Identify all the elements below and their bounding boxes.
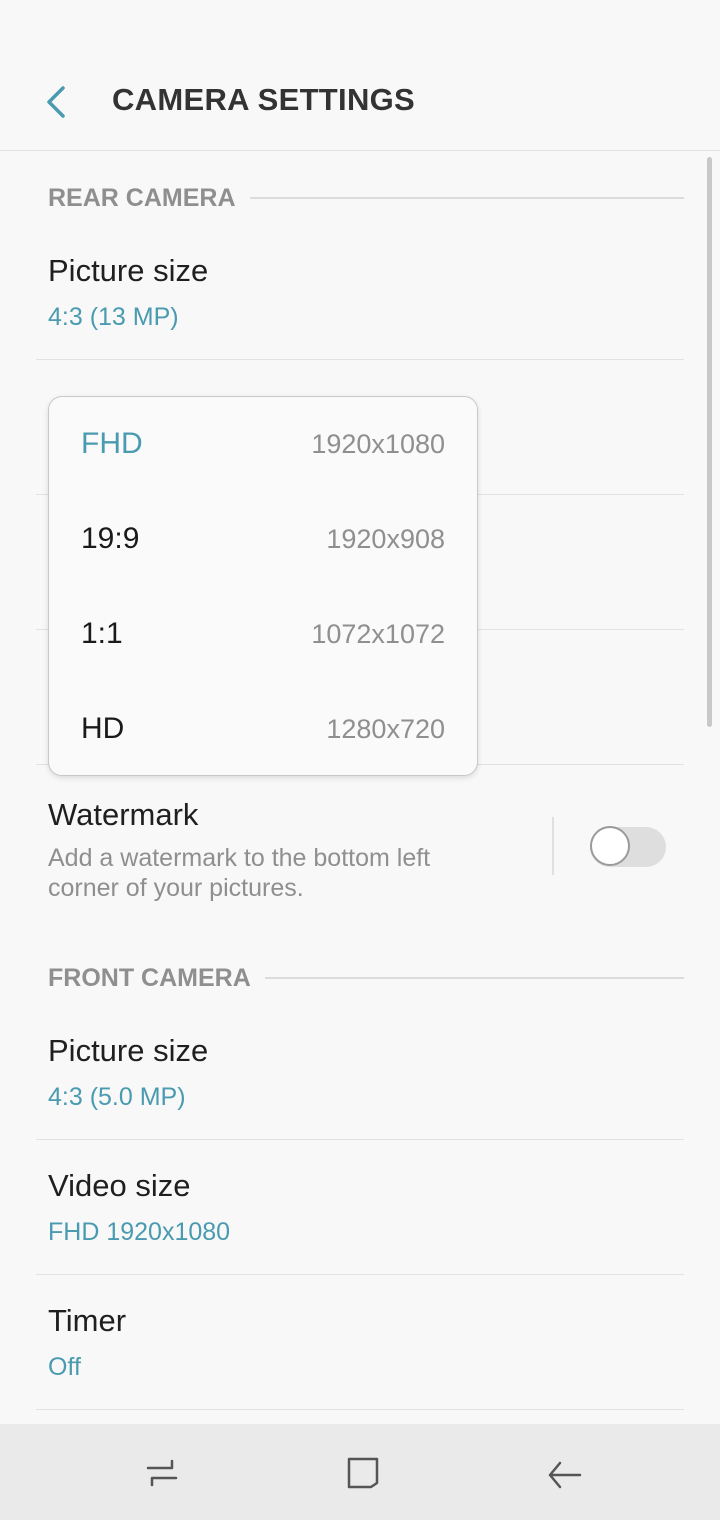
toggle-knob [590,826,630,866]
option-resolution: 1920x908 [326,524,445,554]
row-value: 4:3 (5.0 MP) [48,1083,186,1111]
option-resolution: 1072x1072 [311,619,445,649]
section-divider [264,977,684,979]
back-arrow-icon [548,1461,582,1489]
rear-camera-section-header: REAR CAMERA [48,178,684,218]
section-label: FRONT CAMERA [48,963,251,992]
watermark-row[interactable]: Watermark Add a watermark to the bottom … [36,765,684,940]
row-title: Timer [48,1303,127,1338]
app-header: CAMERA SETTINGS [0,0,720,151]
video-size-dropdown: FHD 1920x1080 19:9 1920x908 1:1 1072x107… [48,396,478,776]
option-label: HD [81,712,125,745]
recents-button[interactable] [127,1438,197,1508]
front-picture-size-row[interactable]: Picture size 4:3 (5.0 MP) [36,1005,684,1140]
video-size-option-fhd[interactable]: FHD 1920x1080 [49,397,477,492]
video-size-option-hd[interactable]: HD 1280x720 [49,682,477,777]
front-timer-row[interactable]: Timer Off [36,1275,684,1410]
back-button[interactable] [30,76,82,128]
option-resolution: 1920x1080 [311,429,445,459]
home-icon [347,1457,379,1489]
nav-back-button[interactable] [529,1438,599,1508]
option-label: 1:1 [81,617,123,650]
row-value: Off [48,1353,81,1381]
vertical-divider [552,817,554,875]
watermark-title: Watermark [48,797,199,832]
home-button[interactable] [328,1438,398,1508]
chevron-left-icon [47,86,65,118]
row-title: Video size [48,1168,191,1203]
navigation-bar [0,1424,720,1520]
video-size-option-19-9[interactable]: 19:9 1920x908 [49,492,477,587]
option-resolution: 1280x720 [326,714,445,744]
row-value: FHD 1920x1080 [48,1218,231,1246]
recents-icon [146,1459,178,1487]
row-title: Picture size [48,253,209,288]
option-label: FHD [81,427,143,460]
scrollbar[interactable] [707,157,712,727]
row-title: Picture size [48,1033,209,1068]
watermark-description: Add a watermark to the bottom left corne… [48,844,431,902]
watermark-toggle[interactable] [590,826,666,867]
option-label: 19:9 [81,522,140,555]
front-camera-section-header: FRONT CAMERA [48,958,684,998]
page-title: CAMERA SETTINGS [112,82,416,117]
front-video-size-row[interactable]: Video size FHD 1920x1080 [36,1140,684,1275]
rear-picture-size-row[interactable]: Picture size 4:3 (13 MP) [36,225,684,360]
section-divider [249,197,684,199]
row-value: 4:3 (13 MP) [48,303,179,331]
section-label: REAR CAMERA [48,183,236,212]
video-size-option-1-1[interactable]: 1:1 1072x1072 [49,587,477,682]
